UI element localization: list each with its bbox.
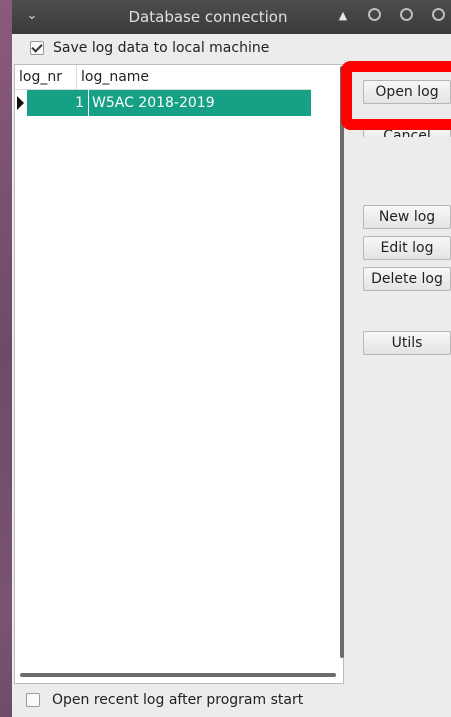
column-header-log-nr[interactable]: log_nr (15, 65, 77, 89)
open-recent-option[interactable]: Open recent log after program start (26, 690, 303, 710)
utils-button[interactable]: Utils (363, 331, 451, 355)
eject-icon[interactable]: ▲ (336, 9, 350, 23)
horizontal-scrollbar[interactable] (20, 673, 336, 677)
window-title: Database connection (128, 8, 288, 26)
maximize-icon[interactable] (400, 8, 413, 21)
chevron-down-icon[interactable]: ⌄ (22, 7, 42, 25)
save-log-label: Save log data to local machine (53, 40, 270, 56)
close-icon[interactable] (432, 8, 445, 21)
new-log-button[interactable]: New log (363, 205, 451, 229)
highlight-annotation (341, 61, 451, 130)
delete-log-button[interactable]: Delete log (363, 267, 451, 291)
log-table[interactable]: log_nr log_name 1 W5AC 2018-2019 (14, 64, 344, 684)
table-header: log_nr log_name (15, 65, 311, 90)
open-recent-label: Open recent log after program start (52, 692, 304, 708)
cell-log-name[interactable]: W5AC 2018-2019 (89, 90, 311, 116)
edit-log-button[interactable]: Edit log (363, 236, 451, 260)
table-row[interactable]: 1 W5AC 2018-2019 (15, 90, 311, 116)
minimize-icon[interactable] (368, 8, 381, 21)
cell-log-nr[interactable]: 1 (27, 90, 89, 116)
column-header-log-name[interactable]: log_name (77, 65, 311, 89)
title-bar: ⌄ Database connection ▲ (12, 0, 451, 34)
save-log-checkbox[interactable] (30, 41, 44, 55)
database-connection-window: ⌄ Database connection ▲ Save log data to… (12, 0, 451, 717)
vertical-scrollbar[interactable] (340, 66, 344, 658)
row-indicator-icon (15, 90, 27, 116)
save-log-option[interactable]: Save log data to local machine (30, 39, 269, 57)
open-recent-checkbox[interactable] (26, 693, 40, 707)
